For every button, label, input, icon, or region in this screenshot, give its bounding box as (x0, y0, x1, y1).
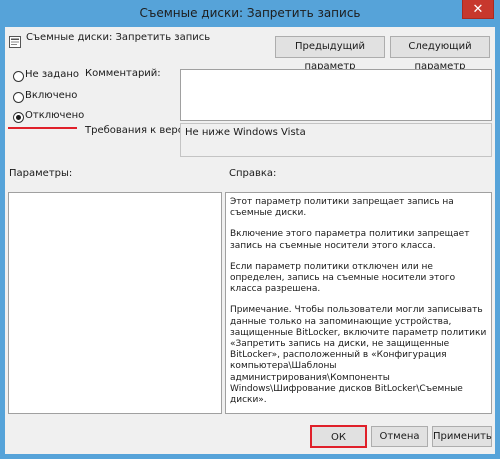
window-title: Съемные диски: Запретить запись (139, 6, 361, 20)
options-label: Параметры: (9, 168, 73, 179)
dialog-client-area: Съемные диски: Запретить запись Предыдущ… (5, 27, 495, 454)
apply-button[interactable]: Применить (432, 426, 492, 447)
options-pane[interactable] (8, 192, 222, 414)
help-paragraph: Включение этого параметра политики запре… (230, 229, 470, 251)
supported-on-value: Не ниже Windows Vista (185, 127, 306, 138)
supported-on-field: Не ниже Windows Vista (180, 123, 492, 157)
radio-disabled-label[interactable]: Отключено (25, 110, 84, 121)
radio-enabled[interactable] (13, 92, 24, 103)
next-setting-button[interactable]: Следующий параметр (390, 36, 490, 72)
help-pane[interactable]: Этот параметр политики запрещает запись … (225, 192, 492, 414)
previous-setting-button[interactable]: Предыдущий параметр (275, 36, 385, 72)
radio-enabled-label[interactable]: Включено (25, 90, 77, 101)
comment-label: Комментарий: (85, 68, 161, 79)
help-label: Справка: (229, 168, 277, 179)
radio-not-configured-label[interactable]: Не задано (25, 69, 79, 80)
close-button[interactable]: ✕ (462, 0, 494, 19)
policy-name: Съемные диски: Запретить запись (26, 32, 211, 43)
help-paragraph: Если параметр политики отключен или не о… (230, 261, 456, 295)
radio-disabled[interactable] (13, 112, 24, 123)
highlight-underline (8, 127, 77, 129)
policy-window: Съемные диски: Запретить запись ✕ Съемны… (0, 0, 500, 459)
comment-field[interactable] (180, 69, 492, 121)
help-paragraph: Этот параметр политики запрещает запись … (230, 197, 454, 219)
ok-button[interactable]: ОК (310, 425, 367, 448)
title-bar[interactable]: Съемные диски: Запретить запись ✕ (0, 0, 500, 27)
cancel-button[interactable]: Отмена (371, 426, 428, 447)
radio-not-configured[interactable] (13, 71, 24, 82)
help-paragraph: Примечание. Чтобы пользователи могли зап… (230, 305, 487, 406)
policy-icon (9, 33, 21, 48)
radio-selected-dot (16, 115, 21, 120)
